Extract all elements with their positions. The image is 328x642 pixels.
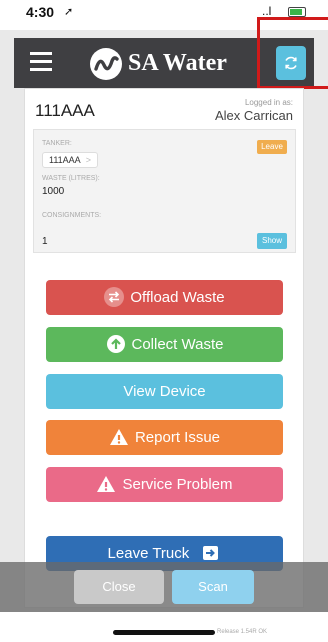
- tanker-selector[interactable]: 111AAA >: [42, 152, 98, 168]
- location-arrow-icon: ➚: [64, 6, 74, 18]
- user-name: Alex Carrican: [214, 108, 293, 123]
- report-issue-button[interactable]: Report Issue: [46, 420, 283, 455]
- service-problem-label: Service Problem: [122, 476, 233, 493]
- transfer-icon: [104, 286, 125, 307]
- leave-truck-label: Leave Truck: [107, 545, 190, 562]
- chevron-right-icon: >: [85, 155, 91, 165]
- close-button[interactable]: Close: [74, 570, 164, 604]
- truck-card: 111AAA Logged in as: Alex Carrican TANKE…: [24, 88, 304, 608]
- menu-icon[interactable]: [30, 52, 52, 72]
- arrow-up-circle-icon: [106, 334, 125, 353]
- view-device-button[interactable]: View Device: [46, 374, 283, 409]
- view-device-label: View Device: [123, 383, 206, 400]
- logo-text: SA Water: [128, 50, 227, 76]
- sa-water-logo: SA Water: [90, 48, 250, 80]
- logged-in-label: Logged in as:: [244, 98, 293, 107]
- report-issue-label: Report Issue: [134, 429, 221, 446]
- warning-icon: [97, 475, 116, 492]
- offload-waste-button[interactable]: Offload Waste: [46, 280, 283, 315]
- truck-info-panel: TANKER: 111AAA > Leave WASTE (LITRES): 1…: [33, 129, 296, 253]
- home-indicator[interactable]: [113, 630, 215, 635]
- waste-label: WASTE (LITRES):: [42, 175, 100, 182]
- collect-waste-button[interactable]: Collect Waste: [46, 327, 283, 362]
- logo-mark-icon: [90, 48, 122, 80]
- consignments-value: 1: [42, 236, 48, 247]
- warning-icon: [109, 428, 128, 445]
- tanker-value: 111AAA: [49, 155, 81, 165]
- leave-tanker-button[interactable]: Leave: [257, 140, 287, 154]
- release-version: Release 1.54R OK: [217, 629, 268, 635]
- truck-id: 111AAA: [35, 101, 95, 120]
- status-time: 4:30: [26, 4, 55, 20]
- sign-out-icon: [203, 545, 219, 560]
- show-consignments-button[interactable]: Show: [257, 233, 287, 249]
- signal-icon: ..l: [262, 4, 272, 18]
- waste-value: 1000: [42, 186, 65, 197]
- scan-button[interactable]: Scan: [172, 570, 254, 604]
- battery-icon: [288, 7, 306, 17]
- consignments-label: CONSIGNMENTS:: [42, 212, 102, 219]
- annotation-highlight-box: [257, 17, 328, 89]
- offload-waste-label: Offload Waste: [130, 289, 225, 306]
- tanker-label: TANKER:: [42, 140, 72, 147]
- collect-waste-label: Collect Waste: [131, 336, 224, 353]
- service-problem-button[interactable]: Service Problem: [46, 467, 283, 502]
- bottom-action-bar: Close Scan: [0, 562, 328, 612]
